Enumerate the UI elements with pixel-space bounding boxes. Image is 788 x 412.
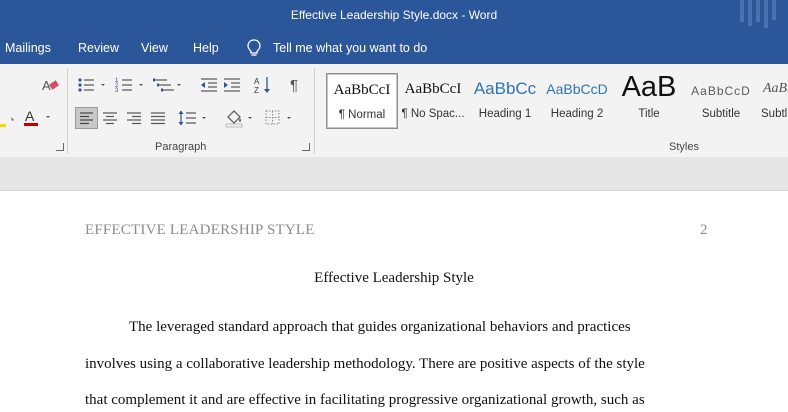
style-name: ¶ Normal <box>338 109 386 121</box>
style-normal[interactable]: AaBbCcI ¶ Normal <box>326 73 398 129</box>
line-spacing-button[interactable] <box>177 108 211 128</box>
font-dialog-launcher[interactable] <box>56 143 64 151</box>
borders-icon <box>265 110 291 125</box>
svg-text:3: 3 <box>115 88 119 94</box>
window-title: Effective Leadership Style.docx - Word <box>290 8 498 22</box>
sort-icon: A Z <box>254 77 270 95</box>
justify-button[interactable] <box>147 108 169 128</box>
document-page[interactable]: EFFECTIVE LEADERSHIP STYLE 2 Effective L… <box>0 191 788 412</box>
decrease-indent-button[interactable] <box>198 75 220 95</box>
font-color-button[interactable]: A <box>22 108 58 128</box>
numbered-list-icon: 1 2 3 <box>115 78 143 94</box>
increase-indent-button[interactable] <box>221 75 243 95</box>
tab-review[interactable]: Review <box>78 41 119 55</box>
borders-button[interactable] <box>263 108 297 128</box>
align-left-icon <box>80 112 93 125</box>
tab-mailings[interactable]: Mailings <box>5 41 51 55</box>
style-sample: AaBbCcD <box>691 84 751 98</box>
style-sample: AaBb <box>763 81 788 96</box>
style-name: Subtl <box>761 108 788 120</box>
highlighter-icon <box>0 117 14 127</box>
style-name: Title <box>638 108 660 120</box>
paint-bucket-icon <box>225 110 252 128</box>
style-name: Heading 1 <box>478 108 532 120</box>
paragraph-line: involves using a collaborative leadershi… <box>85 356 645 372</box>
svg-text:¶: ¶ <box>290 77 298 94</box>
ribbon-tabs: Mailings Review View Help Tell me what y… <box>0 33 788 64</box>
font-color-icon: A <box>24 108 50 126</box>
style-sample: AaBbCc <box>473 79 537 98</box>
align-center-icon <box>103 112 117 125</box>
tab-view[interactable]: View <box>141 41 168 55</box>
ribbon-display-icon <box>740 0 776 28</box>
increase-indent-icon <box>224 78 240 92</box>
paragraph-group-label: Paragraph <box>155 141 207 153</box>
show-formatting-button[interactable]: ¶ <box>285 75 307 95</box>
align-left-button[interactable] <box>75 107 98 129</box>
multilevel-list-button[interactable] <box>152 75 186 95</box>
eraser-icon: A <box>42 78 59 93</box>
style-name: Heading 2 <box>550 108 604 120</box>
style-heading-1[interactable]: AaBbCc Heading 1 <box>470 73 540 127</box>
running-header: EFFECTIVE LEADERSHIP STYLE <box>85 222 315 238</box>
title-bar: Effective Leadership Style.docx - Word <box>0 0 788 33</box>
style-sample: AaB <box>621 71 677 103</box>
numbering-button[interactable]: 1 2 3 <box>114 75 148 95</box>
clear-formatting-button[interactable]: A <box>40 76 62 96</box>
style-sample: AaBbCcD <box>546 81 608 97</box>
paragraph-line: that complement it and are effective in … <box>85 392 645 408</box>
group-separator <box>314 68 315 154</box>
line-spacing-icon <box>178 110 206 126</box>
justify-icon <box>151 112 165 125</box>
paragraph-dialog-launcher[interactable] <box>302 143 310 151</box>
ribbon: A A 1 2 3 A Z ¶ Paragraph AaBbCcI ¶ Norm… <box>0 64 788 158</box>
page-number: 2 <box>700 222 708 238</box>
highlight-color-button[interactable] <box>0 108 22 128</box>
multilevel-list-icon <box>153 78 181 92</box>
bullets-button[interactable] <box>76 75 110 95</box>
style-subtle-emphasis[interactable]: AaBb Subtl <box>758 73 788 127</box>
tell-me-search[interactable]: Tell me what you want to do <box>273 41 427 55</box>
align-right-button[interactable] <box>123 108 145 128</box>
align-center-button[interactable] <box>99 108 121 128</box>
style-name: Subtitle <box>701 108 741 120</box>
align-right-icon <box>127 112 141 125</box>
document-title: Effective Leadership Style <box>314 270 474 286</box>
style-sample: AaBbCcI <box>333 82 391 98</box>
style-sample: AaBbCcI <box>404 81 462 97</box>
style-subtitle[interactable]: AaBbCcD Subtitle <box>686 73 756 127</box>
bullets-icon <box>78 78 105 92</box>
lightbulb-icon <box>247 39 261 56</box>
tab-help[interactable]: Help <box>193 41 219 55</box>
style-title[interactable]: AaB Title <box>614 71 684 127</box>
decrease-indent-icon <box>201 78 217 92</box>
group-separator <box>67 68 68 154</box>
style-no-spacing[interactable]: AaBbCcI ¶ No Spac... <box>398 73 468 127</box>
svg-text:A: A <box>254 77 260 86</box>
pilcrow-icon: ¶ <box>290 77 298 94</box>
sort-button[interactable]: A Z <box>253 75 275 95</box>
paragraph-line: The leveraged standard approach that gui… <box>129 319 631 335</box>
style-heading-2[interactable]: AaBbCcD Heading 2 <box>542 73 612 127</box>
styles-group-label: Styles <box>669 141 699 153</box>
style-name: ¶ No Spac... <box>401 108 465 120</box>
shading-button[interactable] <box>224 108 258 128</box>
svg-text:Z: Z <box>254 86 259 95</box>
ruler-area <box>0 157 788 191</box>
svg-text:A: A <box>25 108 35 124</box>
